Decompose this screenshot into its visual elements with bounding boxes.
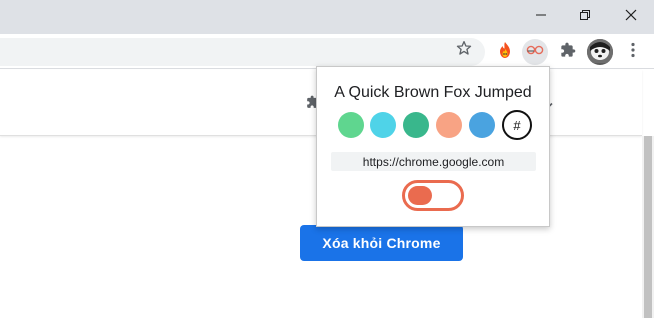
hash-label: #	[513, 117, 521, 133]
custom-color-button[interactable]: #	[502, 110, 532, 140]
popup-title: A Quick Brown Fox Jumped	[334, 84, 532, 101]
restore-button[interactable]	[563, 0, 607, 30]
more-vert-icon	[630, 42, 636, 63]
puzzle-icon	[560, 42, 576, 63]
window-titlebar	[0, 0, 654, 34]
font-extension-button[interactable]	[522, 39, 548, 65]
color-swatch-salmon[interactable]	[436, 112, 462, 138]
remove-from-chrome-button[interactable]: Xóa khỏi Chrome	[300, 225, 463, 261]
browser-toolbar	[0, 34, 654, 69]
color-swatch-teal[interactable]	[403, 112, 429, 138]
profile-avatar	[587, 39, 613, 65]
color-swatch-blue[interactable]	[469, 112, 495, 138]
site-url-field: https://chrome.google.com	[331, 152, 536, 171]
enable-toggle[interactable]	[402, 180, 464, 211]
font-extension-icon	[525, 43, 545, 62]
fire-extension-button[interactable]	[492, 39, 518, 65]
color-swatch-green[interactable]	[338, 112, 364, 138]
color-swatch-cyan[interactable]	[370, 112, 396, 138]
minimize-icon	[535, 9, 547, 21]
close-button[interactable]	[609, 0, 653, 30]
profile-button[interactable]	[587, 39, 613, 65]
star-icon	[456, 40, 472, 61]
bookmark-button[interactable]	[452, 38, 476, 62]
restore-icon	[579, 9, 591, 21]
minimize-button[interactable]	[519, 0, 563, 30]
extensions-button[interactable]	[555, 39, 581, 65]
fire-extension-icon	[496, 41, 514, 64]
toggle-knob	[408, 186, 432, 205]
extension-popup: A Quick Brown Fox Jumped # https://chrom…	[316, 66, 550, 227]
close-icon	[625, 9, 637, 21]
scrollbar-thumb[interactable]	[644, 136, 652, 318]
browser-menu-button[interactable]	[620, 39, 646, 65]
address-bar[interactable]	[0, 38, 485, 66]
